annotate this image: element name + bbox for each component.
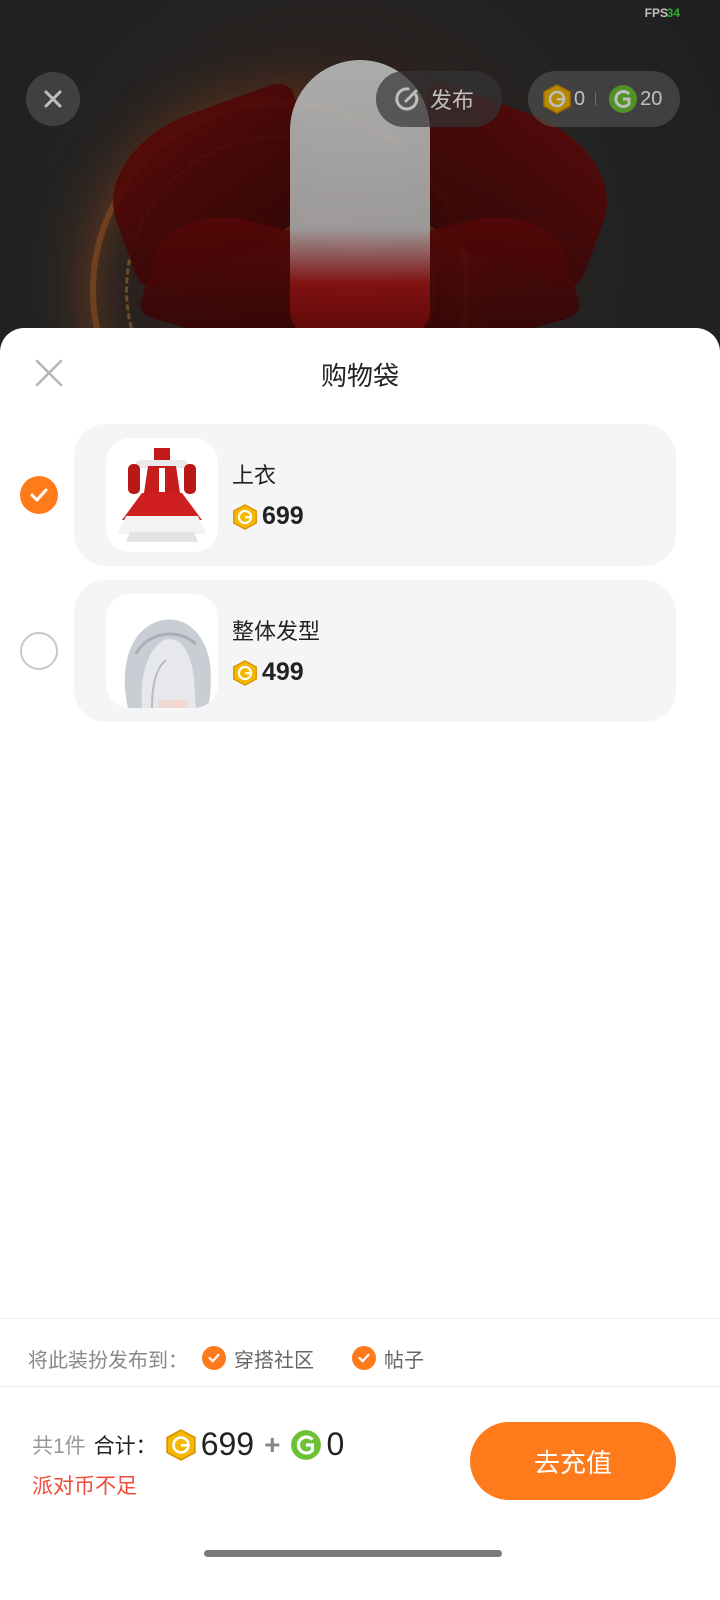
gold-coin-icon: [166, 1428, 196, 1461]
item-thumbnail: [106, 438, 218, 552]
insufficient-balance-warning: 派对币不足: [32, 1475, 137, 1498]
check-icon: [30, 488, 48, 502]
item-price: 499: [232, 658, 304, 687]
divider: [0, 1318, 720, 1319]
divider: [0, 1386, 720, 1387]
order-total: 共1件 合计： 699 + 0: [32, 1426, 344, 1463]
gold-coin-icon: [233, 503, 257, 530]
share-option-post[interactable]: 帖子: [352, 1344, 424, 1373]
share-option-label: 帖子: [384, 1349, 424, 1372]
share-option-community[interactable]: 穿搭社区: [202, 1344, 314, 1373]
publish-to-label: 将此装扮发布到：: [28, 1349, 188, 1372]
item-name: 整体发型: [232, 619, 321, 644]
check-icon: [202, 1346, 226, 1370]
item-count: 共1件: [32, 1434, 86, 1458]
shopping-bag-sheet: 购物袋 上衣 699 整体发型 499 将此装扮发布到： 穿搭社区 帖子 共1件…: [0, 328, 720, 1600]
item-name: 上衣: [232, 463, 277, 488]
green-total: 0: [326, 1426, 345, 1462]
cart-item-card[interactable]: 整体发型 499: [74, 580, 676, 722]
home-indicator[interactable]: [204, 1550, 502, 1557]
cart-item: 上衣 699: [0, 424, 720, 566]
gold-coin-icon: [233, 659, 257, 686]
item-price-value: 499: [262, 658, 304, 686]
red-dress-icon: [118, 448, 206, 542]
item-checkbox-unchecked[interactable]: [20, 632, 58, 670]
total-label: 合计：: [93, 1434, 157, 1458]
recharge-button[interactable]: 去充值: [470, 1422, 676, 1500]
cart-item: 整体发型 499: [0, 580, 720, 722]
publish-to-row: 将此装扮发布到： 穿搭社区 帖子: [28, 1340, 424, 1376]
cart-item-card[interactable]: 上衣 699: [74, 424, 676, 566]
screen: FPS 34 发布 0 20 购物袋 上衣 699 整体发型 499 将此装扮发…: [0, 0, 720, 1600]
item-thumbnail: [106, 594, 218, 708]
silver-hair-icon: [124, 619, 211, 708]
share-option-label: 穿搭社区: [234, 1349, 314, 1372]
item-price: 699: [232, 502, 304, 531]
sheet-title: 购物袋: [320, 361, 399, 391]
plus-sign: +: [264, 1428, 281, 1460]
item-price-value: 699: [262, 502, 304, 530]
green-coin-icon: [291, 1429, 322, 1460]
gold-total: 699: [200, 1426, 255, 1462]
item-checkbox-checked[interactable]: [20, 476, 58, 514]
check-icon: [352, 1346, 376, 1370]
